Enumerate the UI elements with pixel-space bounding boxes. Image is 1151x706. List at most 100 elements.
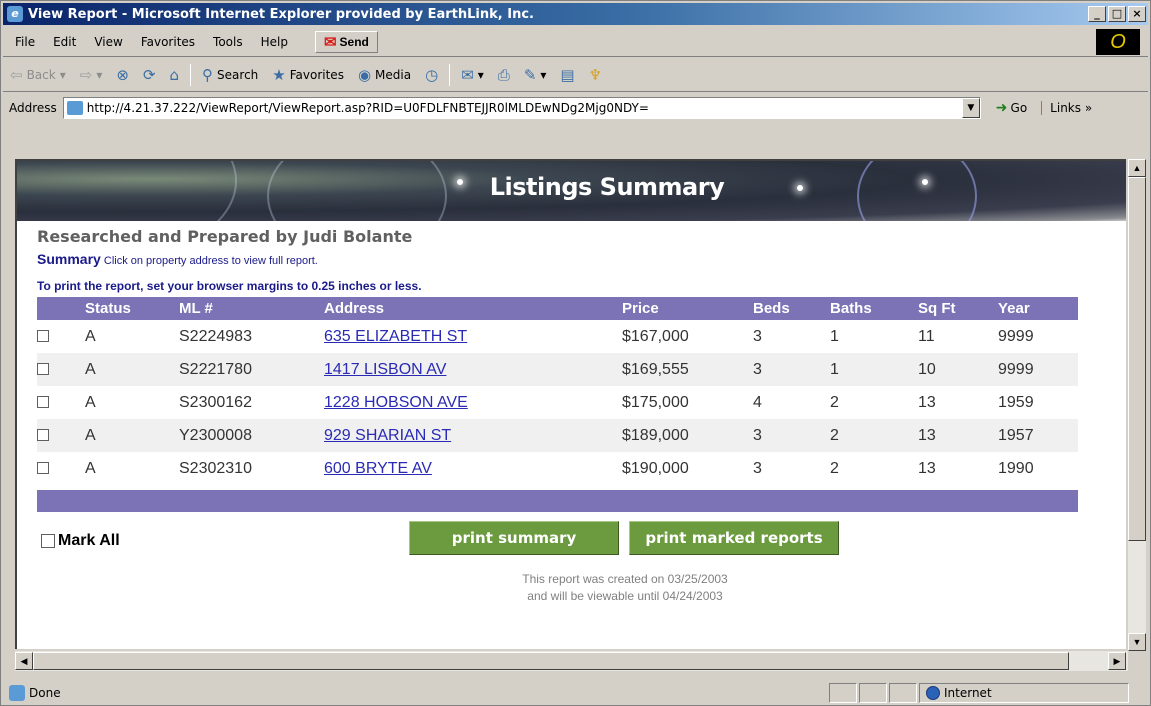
- search-label: Search: [217, 67, 259, 82]
- status-text: Done: [29, 686, 61, 700]
- go-arrow-icon: ➜: [995, 100, 1008, 116]
- minimize-button[interactable]: _: [1088, 6, 1106, 22]
- address-input[interactable]: http://4.21.37.222/ViewReport/ViewReport…: [62, 97, 981, 119]
- table-row: A S2221780 1417 LISBON AV $169,555 3 1 1…: [37, 353, 1078, 386]
- column-header-beds: Beds: [753, 297, 830, 320]
- summary-line: Summary Click on property address to vie…: [37, 251, 318, 267]
- favorites-icon: ★: [272, 65, 286, 84]
- menu-help[interactable]: Help: [252, 35, 297, 49]
- vertical-scrollbar[interactable]: ▲ ▼: [1128, 159, 1146, 651]
- address-bar: Address http://4.21.37.222/ViewReport/Vi…: [3, 93, 1148, 123]
- send-icon: ✉: [323, 33, 337, 51]
- edit-button[interactable]: ✎ ▾: [517, 66, 554, 84]
- favorites-button[interactable]: ★ Favorites: [265, 66, 351, 84]
- address-url[interactable]: http://4.21.37.222/ViewReport/ViewReport…: [87, 101, 649, 115]
- price-cell: $167,000: [622, 327, 689, 345]
- prepared-by: Researched and Prepared by Judi Bolante: [37, 227, 413, 246]
- toolbar-separator: [190, 63, 192, 86]
- row-checkbox[interactable]: [37, 330, 49, 343]
- links-button[interactable]: Links »: [1041, 101, 1092, 115]
- discuss-button[interactable]: ▤: [553, 66, 581, 84]
- column-header-sqft: Sq Ft: [918, 297, 998, 320]
- baths-cell: 1: [830, 327, 839, 345]
- print-button[interactable]: ⎙: [491, 66, 517, 84]
- banner-star: [797, 185, 803, 191]
- mark-all-checkbox[interactable]: [41, 534, 55, 548]
- horizontal-scrollbar[interactable]: ◀ ▶: [15, 651, 1128, 671]
- search-button[interactable]: ⚲ Search: [195, 66, 265, 84]
- close-button[interactable]: ×: [1128, 6, 1146, 22]
- address-link[interactable]: 635 ELIZABETH ST: [324, 328, 467, 345]
- history-button[interactable]: ◷: [418, 66, 445, 84]
- created-line-1: This report was created on 03/25/2003: [522, 572, 728, 586]
- menu-favorites[interactable]: Favorites: [132, 35, 204, 49]
- scroll-right-button[interactable]: ▶: [1108, 652, 1126, 670]
- menu-tools[interactable]: Tools: [204, 35, 252, 49]
- row-checkbox[interactable]: [37, 462, 49, 475]
- row-checkbox[interactable]: [37, 396, 49, 409]
- scroll-up-button[interactable]: ▲: [1128, 159, 1146, 177]
- status-cell: A: [85, 459, 96, 477]
- address-cell: 1228 HOBSON AVE: [324, 386, 622, 419]
- listings-table: Status ML # Address Price Beds Baths Sq …: [37, 297, 1078, 485]
- maximize-button[interactable]: □: [1108, 6, 1126, 22]
- scroll-down-button[interactable]: ▼: [1128, 633, 1146, 651]
- refresh-icon: ⟳: [142, 65, 156, 84]
- back-label: Back: [26, 67, 56, 82]
- address-link[interactable]: 929 SHARIAN ST: [324, 427, 451, 444]
- print-summary-button[interactable]: print summary: [409, 521, 619, 555]
- baths-cell: 2: [830, 459, 839, 477]
- column-header-status: Status: [85, 297, 179, 320]
- ml-cell: S2224983: [179, 327, 252, 345]
- stop-button[interactable]: ⊗: [109, 66, 136, 84]
- browser-window: e View Report - Microsoft Internet Explo…: [0, 0, 1151, 706]
- back-button[interactable]: ⇦ Back ▾: [3, 66, 73, 84]
- mark-all-control[interactable]: Mark All: [41, 532, 120, 550]
- mail-button[interactable]: ✉ ▾: [454, 66, 491, 84]
- horizontal-scroll-thumb[interactable]: [33, 652, 1069, 670]
- menu-view[interactable]: View: [85, 35, 131, 49]
- menu-edit[interactable]: Edit: [44, 35, 85, 49]
- year-cell: 1957: [998, 419, 1078, 452]
- address-dropdown-button[interactable]: ▼: [961, 98, 980, 118]
- price-cell: $190,000: [622, 459, 689, 477]
- address-link[interactable]: 1417 LISBON AV: [324, 361, 446, 378]
- row-checkbox[interactable]: [37, 429, 49, 442]
- media-button[interactable]: ◉ Media: [351, 66, 418, 84]
- print-marked-reports-button[interactable]: print marked reports: [629, 521, 839, 555]
- menu-file[interactable]: File: [3, 35, 44, 49]
- favorites-label: Favorites: [289, 67, 344, 82]
- title-bar: e View Report - Microsoft Internet Explo…: [3, 3, 1148, 25]
- row-select-cell: [37, 386, 85, 419]
- status-cell: A: [85, 419, 179, 452]
- page-icon: [66, 101, 83, 115]
- ml-cell: S2300162: [179, 393, 252, 411]
- status-cell: A: [85, 353, 179, 386]
- address-link[interactable]: 1228 HOBSON AVE: [324, 394, 468, 411]
- forward-button[interactable]: ⇨ ▾: [73, 66, 110, 84]
- address-cell: 600 BRYTE AV: [324, 452, 622, 485]
- edit-icon: ✎: [523, 65, 537, 84]
- search-icon: ⚲: [202, 65, 214, 84]
- send-button[interactable]: ✉ Send: [314, 30, 378, 53]
- messenger-button[interactable]: ♆: [582, 66, 609, 84]
- address-link[interactable]: 600 BRYTE AV: [324, 460, 432, 477]
- refresh-button[interactable]: ⟳: [136, 66, 163, 84]
- vertical-scroll-thumb[interactable]: [1128, 177, 1146, 541]
- scroll-left-button[interactable]: ◀: [15, 652, 33, 670]
- address-label: Address: [9, 101, 57, 115]
- history-icon: ◷: [425, 65, 439, 84]
- print-icon: ⎙: [497, 65, 510, 84]
- sqft-cell: 13: [918, 459, 936, 477]
- price-cell: $175,000: [622, 393, 689, 411]
- status-panel: [889, 683, 917, 703]
- page-title: Listings Summary: [489, 173, 725, 201]
- home-button[interactable]: ⌂: [163, 66, 187, 84]
- row-checkbox[interactable]: [37, 363, 49, 376]
- chevron-down-icon: ▾: [96, 67, 103, 82]
- page-content: Listings Summary Researched and Prepared…: [15, 159, 1126, 649]
- baths-cell: 1: [830, 353, 918, 386]
- summary-heading: Summary: [37, 251, 101, 267]
- go-button[interactable]: ➜ Go: [996, 100, 1027, 116]
- beds-cell: 3: [753, 327, 762, 345]
